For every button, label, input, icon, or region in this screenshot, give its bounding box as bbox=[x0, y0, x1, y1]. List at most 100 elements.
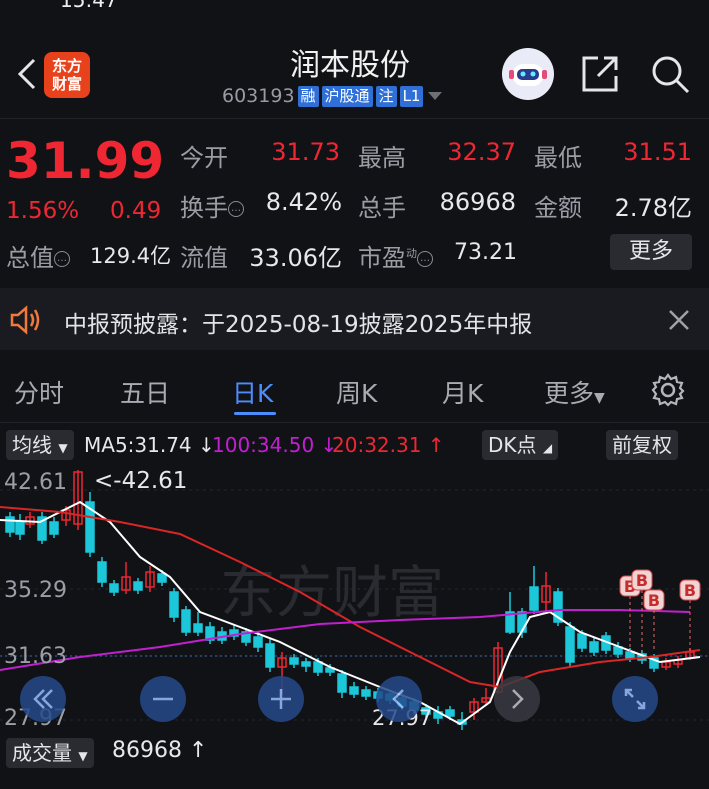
candle bbox=[109, 583, 119, 593]
mktcap-value: 129.4亿 bbox=[90, 244, 172, 268]
candle bbox=[577, 633, 587, 649]
pe-label-text: 市盈 bbox=[358, 244, 406, 272]
info-icon[interactable]: … bbox=[228, 201, 244, 217]
candle bbox=[445, 709, 455, 717]
candle bbox=[337, 673, 347, 693]
candle bbox=[289, 657, 299, 665]
buy-marker-label: B bbox=[684, 581, 696, 600]
indicator-select[interactable]: 均线 ▼ bbox=[6, 430, 74, 460]
volume-current: 86968 bbox=[112, 738, 182, 763]
fullscreen-icon[interactable] bbox=[612, 676, 658, 722]
tab-daily-k[interactable]: 日K bbox=[232, 374, 273, 410]
volume-value: 86968 bbox=[439, 188, 516, 216]
notice-text[interactable]: 中报预披露：于2025-08-19披露2025年中报 bbox=[64, 305, 532, 339]
candle bbox=[157, 573, 167, 583]
pe-sup: 动 bbox=[406, 247, 417, 260]
float-label: 流值 bbox=[180, 244, 228, 272]
pe-value: 73.21 bbox=[454, 240, 517, 265]
tab-weekly-k[interactable]: 周K bbox=[336, 374, 377, 410]
logo-line2: 财富 bbox=[51, 75, 82, 93]
dk-point-button[interactable]: DK点 ◢ bbox=[482, 430, 559, 460]
caret-down-icon: ▼ bbox=[78, 749, 88, 763]
tag-margin: 融 bbox=[297, 85, 319, 107]
candle bbox=[565, 626, 575, 663]
candle bbox=[361, 689, 371, 697]
close-icon[interactable] bbox=[665, 306, 693, 334]
dk-label: DK点 bbox=[488, 433, 537, 457]
tab-more-label: 更多 bbox=[544, 379, 595, 408]
info-icon[interactable]: … bbox=[54, 251, 70, 267]
scroll-left-button[interactable] bbox=[376, 676, 422, 722]
mktcap-label: 总值… bbox=[6, 238, 70, 273]
volume-value-label: 86968 ↑ bbox=[112, 738, 208, 763]
search-icon[interactable] bbox=[648, 52, 692, 96]
candle bbox=[193, 623, 203, 633]
tab-more[interactable]: 更多▼ bbox=[544, 374, 605, 410]
chevron-down-icon bbox=[428, 92, 443, 100]
tab-intraday[interactable]: 分时 bbox=[14, 374, 64, 410]
volume-label: 总手 bbox=[358, 194, 406, 222]
logo-line1: 东方 bbox=[51, 57, 82, 75]
scroll-right-button[interactable] bbox=[494, 676, 540, 722]
eastmoney-logo: 东方 财富 bbox=[44, 52, 90, 98]
high-label: 最高 bbox=[358, 144, 406, 172]
y-tick-label: 31.63 bbox=[4, 644, 67, 669]
ma100-label: 100:34.50 ↓ bbox=[212, 433, 338, 457]
zoom-out-button[interactable] bbox=[140, 676, 186, 722]
ma100-value: 100:34.50 bbox=[212, 433, 315, 457]
tag-level: L1 bbox=[399, 85, 424, 107]
candle bbox=[349, 686, 359, 695]
candle bbox=[529, 586, 539, 611]
indicator-label: 均线 bbox=[12, 433, 52, 457]
turnover-value: 8.42% bbox=[265, 188, 342, 216]
tab-five-day[interactable]: 五日 bbox=[120, 374, 170, 410]
volume-indicator-select[interactable]: 成交量 ▼ bbox=[6, 738, 94, 768]
candle bbox=[265, 643, 275, 668]
scroll-left-fast-button[interactable] bbox=[20, 676, 66, 722]
info-icon[interactable]: … bbox=[417, 251, 433, 267]
candle bbox=[589, 641, 599, 653]
low-label: 最低 bbox=[534, 144, 582, 172]
speaker-icon bbox=[8, 304, 44, 336]
max-price-label: <-42.61 bbox=[94, 468, 188, 494]
stock-code: 603193 bbox=[222, 85, 295, 107]
more-quote-button[interactable]: 更多 bbox=[610, 234, 692, 270]
candle bbox=[5, 516, 15, 533]
share-icon[interactable] bbox=[578, 52, 622, 96]
candle bbox=[15, 521, 25, 535]
candle bbox=[301, 661, 311, 667]
low-value: 31.51 bbox=[623, 138, 692, 166]
tab-monthly-k[interactable]: 月K bbox=[442, 374, 483, 410]
ma5-value: MA5:31.74 bbox=[84, 433, 192, 457]
candle bbox=[625, 651, 635, 659]
turnover-label: 换手… bbox=[180, 188, 244, 223]
stock-code-row[interactable]: 603193 融 沪股通 注 L1 bbox=[222, 84, 444, 108]
ma20-value: 20:32.31 bbox=[332, 433, 422, 457]
tab-underline bbox=[234, 412, 276, 415]
back-icon[interactable] bbox=[8, 52, 48, 96]
open-label: 今开 bbox=[180, 144, 228, 172]
pe-label: 市盈动… bbox=[358, 238, 433, 273]
candle bbox=[253, 636, 263, 648]
zoom-in-button[interactable] bbox=[258, 676, 304, 722]
change-percent: 1.56% bbox=[6, 198, 80, 224]
current-price: 31.99 bbox=[6, 132, 165, 190]
buy-marker-label: B bbox=[636, 571, 648, 590]
divider bbox=[0, 422, 709, 423]
high-value: 32.37 bbox=[447, 138, 516, 166]
tag-connect: 沪股通 bbox=[321, 85, 373, 107]
gear-icon[interactable] bbox=[650, 372, 686, 408]
y-tick-label: 35.29 bbox=[4, 578, 67, 603]
volume-header bbox=[0, 736, 709, 770]
watermark: 东方财富 bbox=[220, 561, 444, 626]
adjust-button[interactable]: 前复权 bbox=[606, 430, 678, 460]
change-amount: 0.49 bbox=[110, 198, 162, 224]
turnover-label-text: 换手 bbox=[180, 194, 228, 222]
kline-chart[interactable]: 东方财富 B BBB bbox=[0, 462, 709, 732]
status-time: 15:47 bbox=[60, 0, 118, 12]
status-bar: 15:47 bbox=[0, 0, 709, 12]
assistant-robot-icon[interactable] bbox=[502, 48, 554, 100]
ma20-label: 20:32.31 ↑ bbox=[332, 433, 445, 457]
candle bbox=[169, 591, 179, 618]
amount-label: 金额 bbox=[534, 194, 582, 222]
